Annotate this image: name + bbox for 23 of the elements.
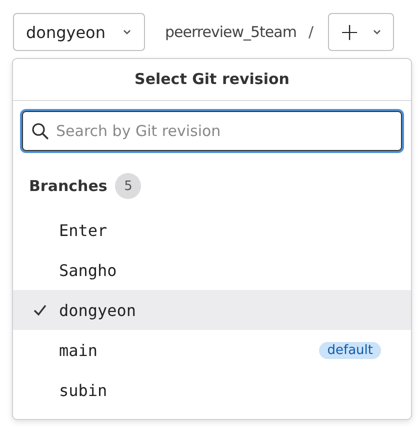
branch-name: subin (59, 380, 108, 400)
branch-name: main (59, 340, 99, 360)
branch-dropdown-button[interactable]: dongyeon (13, 13, 145, 51)
branch-name: Sangho (59, 260, 118, 280)
search-field[interactable]: Search by Git revision (22, 111, 402, 151)
branch-name: dongyeon (59, 300, 138, 320)
branch-item[interactable]: Enter (13, 210, 411, 250)
branch-name: Enter (59, 220, 108, 240)
chevron-down-icon (372, 27, 382, 37)
count-badge: 5 (115, 173, 142, 199)
section-label: Branches (29, 177, 108, 195)
add-dropdown-button[interactable]: + (328, 13, 394, 51)
project-path[interactable]: peerreview_5team (165, 23, 296, 41)
branch-item[interactable]: dongyeon (13, 290, 411, 330)
path-separator: / (308, 23, 314, 41)
checkmark-icon (33, 304, 47, 316)
search-icon (31, 122, 49, 140)
branch-item[interactable]: main default (13, 330, 411, 370)
branch-item[interactable]: subin (13, 370, 411, 410)
branch-item[interactable]: Sangho (13, 250, 411, 290)
default-badge: default (319, 342, 381, 358)
dropdown-title: Select Git revision (13, 59, 411, 101)
chevron-down-icon (122, 27, 132, 37)
